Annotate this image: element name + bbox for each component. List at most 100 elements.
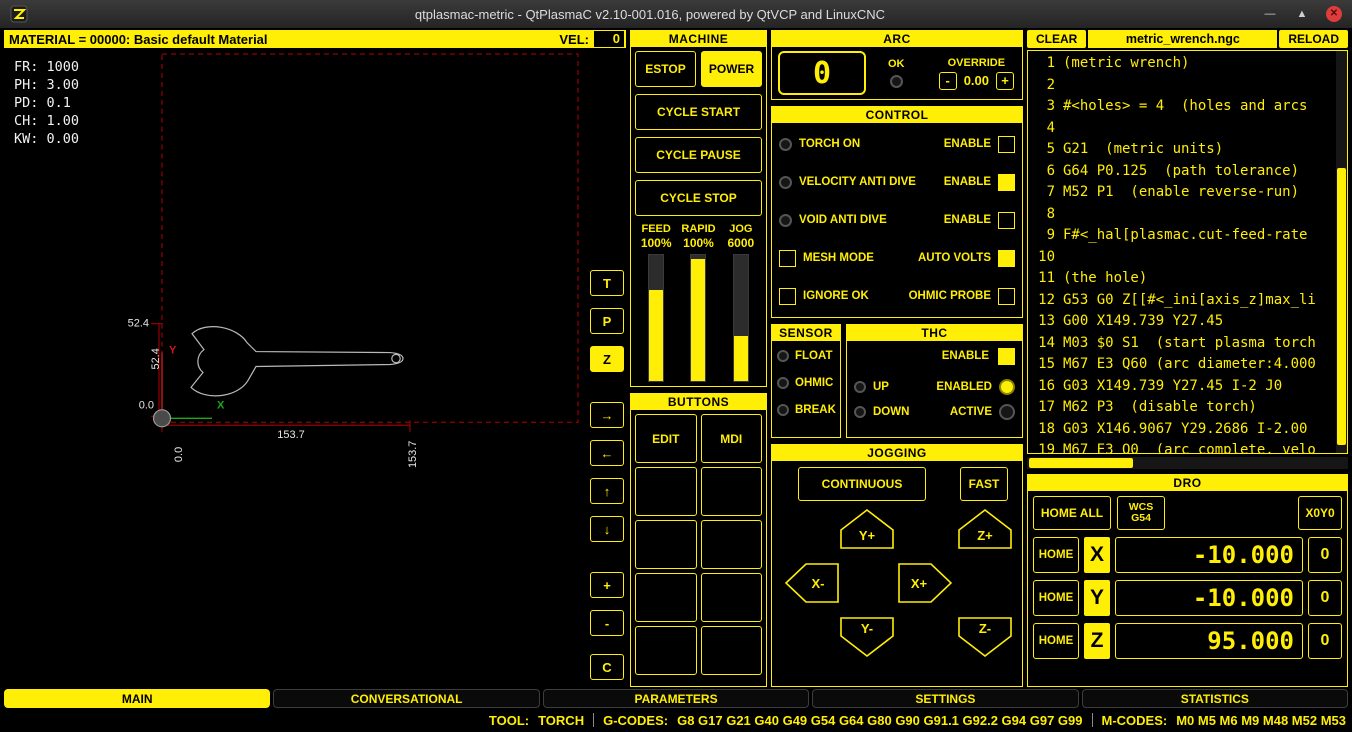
gcode-line-17[interactable]: 17M62 P3 (disable torch) [1031, 397, 1336, 419]
user-button-empty[interactable] [701, 626, 763, 675]
slider-handle[interactable] [649, 290, 663, 381]
gcode-line-10[interactable]: 10 [1031, 247, 1336, 269]
power-button[interactable]: POWER [701, 51, 762, 87]
home-x-button[interactable]: HOME [1033, 537, 1079, 573]
gcode-line-11[interactable]: 11(the hole) [1031, 268, 1336, 290]
ignore-ok-checkbox[interactable] [779, 288, 796, 305]
continuous-jog-button[interactable]: CONTINUOUS [798, 467, 926, 501]
tab-main[interactable]: MAIN [4, 689, 270, 708]
clear-file-button[interactable]: CLEAR [1027, 30, 1086, 48]
estop-button[interactable]: ESTOP [635, 51, 696, 87]
pan-right-button[interactable]: → [590, 402, 624, 428]
line-text: G03 X146.9067 Y29.2686 I-2.00 [1063, 419, 1307, 441]
user-button-empty[interactable] [635, 573, 697, 622]
home-z-button[interactable]: HOME [1033, 623, 1079, 659]
slider-handle[interactable] [691, 259, 705, 381]
gcode-line-4[interactable]: 4 [1031, 118, 1336, 140]
cycle-start-button[interactable]: CYCLE START [635, 94, 762, 130]
tab-statistics[interactable]: STATISTICS [1082, 689, 1348, 708]
override-minus-button[interactable]: - [939, 72, 957, 90]
mesh-mode-auto-volts-checkbox[interactable] [998, 250, 1015, 267]
jog-x--button[interactable]: X- [785, 563, 839, 603]
preview-area[interactable]: FR: 1000PH: 3.00PD: 0.1CH: 1.00KW: 0.00 [4, 48, 584, 687]
tab-settings[interactable]: SETTINGS [812, 689, 1078, 708]
t-button[interactable]: T [590, 270, 624, 296]
scrollbar-thumb[interactable] [1029, 458, 1133, 468]
thc-up-label: UP [873, 381, 889, 393]
jog-slider[interactable] [733, 254, 749, 382]
gcode-line-6[interactable]: 6G64 P0.125 (path tolerance) [1031, 161, 1336, 183]
axis-z-label: Z [1084, 623, 1110, 659]
void-anti-dive-enable-checkbox[interactable] [998, 212, 1015, 229]
user-button-mdi[interactable]: MDI [701, 414, 763, 463]
clear-view-button[interactable]: C [590, 654, 624, 680]
z-button[interactable]: Z [590, 346, 624, 372]
gcode-line-12[interactable]: 12G53 G0 Z[[#<_ini[axis_z]max_li [1031, 290, 1336, 312]
user-button-empty[interactable] [701, 573, 763, 622]
thc-enable-checkbox[interactable] [998, 348, 1015, 365]
zoom-out-button[interactable]: - [590, 610, 624, 636]
gcode-line-15[interactable]: 15M67 E3 Q60 (arc diameter:4.000 [1031, 354, 1336, 376]
gcode-line-3[interactable]: 3#<holes> = 4 (holes and arcs [1031, 96, 1336, 118]
gcode-line-2[interactable]: 2 [1031, 75, 1336, 97]
user-button-empty[interactable] [701, 467, 763, 516]
velocity-anti-dive-enable-checkbox[interactable] [998, 174, 1015, 191]
gcode-line-1[interactable]: 1(metric wrench) [1031, 53, 1336, 75]
home-y-button[interactable]: HOME [1033, 580, 1079, 616]
user-button-edit[interactable]: EDIT [635, 414, 697, 463]
jog-x+-button[interactable]: X+ [898, 563, 952, 603]
gcode-vertical-scrollbar[interactable] [1336, 51, 1347, 453]
p-button[interactable]: P [590, 308, 624, 334]
close-button[interactable]: ✕ [1326, 6, 1342, 22]
tab-conversational[interactable]: CONVERSATIONAL [273, 689, 539, 708]
jog-y--button[interactable]: Y- [840, 617, 894, 657]
user-button-empty[interactable] [635, 467, 697, 516]
gcode-line-19[interactable]: 19M67 E3 Q0 (arc complete, velo [1031, 440, 1336, 453]
gcode-line-13[interactable]: 13G00 X149.739 Y27.45 [1031, 311, 1336, 333]
gcode-viewer: 1(metric wrench)23#<holes> = 4 (holes an… [1027, 50, 1348, 454]
gcode-horizontal-scrollbar[interactable] [1027, 457, 1348, 469]
slider-handle[interactable] [734, 336, 748, 381]
cycle-pause-button[interactable]: CYCLE PAUSE [635, 137, 762, 173]
rapid-slider[interactable] [690, 254, 706, 382]
jog-label: JOG [729, 223, 752, 235]
ignore-ok-ohmic-probe-checkbox[interactable] [998, 288, 1015, 305]
gcode-line-8[interactable]: 8 [1031, 204, 1336, 226]
cycle-stop-button[interactable]: CYCLE STOP [635, 180, 762, 216]
material-selector[interactable]: MATERIAL = 00000: Basic default Material [9, 32, 559, 47]
gcode-lines[interactable]: 1(metric wrench)23#<holes> = 4 (holes an… [1028, 51, 1336, 453]
pan-left-button[interactable]: ← [590, 440, 624, 466]
torch-on-enable-checkbox[interactable] [998, 136, 1015, 153]
reload-file-button[interactable]: RELOAD [1279, 30, 1348, 48]
user-button-empty[interactable] [635, 626, 697, 675]
gcode-line-5[interactable]: 5G21 (metric units) [1031, 139, 1336, 161]
line-number: 14 [1031, 333, 1055, 355]
maximize-button[interactable]: ▲ [1294, 6, 1310, 22]
pan-up-button[interactable]: ↑ [590, 478, 624, 504]
gcode-line-18[interactable]: 18G03 X146.9067 Y29.2686 I-2.00 [1031, 419, 1336, 441]
home-all-button[interactable]: HOME ALL [1033, 496, 1111, 530]
user-button-empty[interactable] [701, 520, 763, 569]
pan-down-button[interactable]: ↓ [590, 516, 624, 542]
x0y0-button[interactable]: X0Y0 [1298, 496, 1342, 530]
gcode-line-14[interactable]: 14M03 $0 S1 (start plasma torch [1031, 333, 1336, 355]
zoom-in-button[interactable]: + [590, 572, 624, 598]
jog-z--button[interactable]: Z- [958, 617, 1012, 657]
feed-slider[interactable] [648, 254, 664, 382]
user-button-empty[interactable] [635, 520, 697, 569]
minimize-button[interactable]: — [1262, 6, 1278, 22]
gcode-line-7[interactable]: 7M52 P1 (enable reverse-run) [1031, 182, 1336, 204]
gcode-line-16[interactable]: 16G03 X149.739 Y27.45 I-2 J0 [1031, 376, 1336, 398]
mesh-mode-checkbox[interactable] [779, 250, 796, 267]
zero-x-button[interactable]: 0 [1308, 537, 1342, 573]
jog-z+-button[interactable]: Z+ [958, 509, 1012, 549]
fast-jog-button[interactable]: FAST [960, 467, 1008, 501]
wcs-button[interactable]: WCS G54 [1117, 496, 1165, 530]
zero-z-button[interactable]: 0 [1308, 623, 1342, 659]
scrollbar-thumb[interactable] [1337, 168, 1346, 445]
zero-y-button[interactable]: 0 [1308, 580, 1342, 616]
jog-y+-button[interactable]: Y+ [840, 509, 894, 549]
tab-parameters[interactable]: PARAMETERS [543, 689, 809, 708]
gcode-line-9[interactable]: 9F#<_hal[plasmac.cut-feed-rate [1031, 225, 1336, 247]
override-plus-button[interactable]: + [996, 72, 1014, 90]
